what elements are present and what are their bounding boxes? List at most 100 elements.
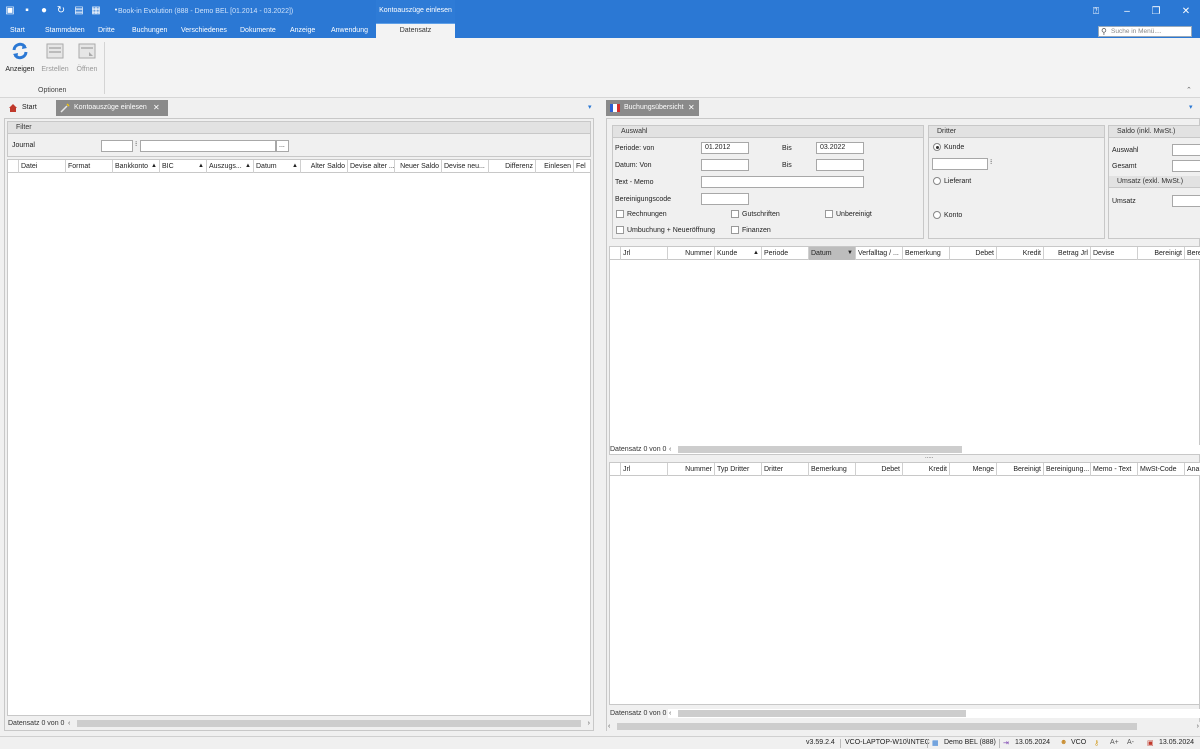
scroll-left-icon[interactable]: ‹ bbox=[68, 719, 70, 728]
logout-icon[interactable]: ⇥ bbox=[1003, 739, 1009, 747]
tab-dropdown-icon[interactable]: ▾ bbox=[588, 103, 592, 111]
tab-dropdown-icon[interactable]: ▾ bbox=[1189, 103, 1193, 111]
col-jrl[interactable]: Jrl bbox=[621, 463, 668, 476]
col-nummer[interactable]: Nummer bbox=[668, 247, 715, 260]
menu-dritte[interactable]: Dritte bbox=[98, 27, 115, 34]
splitter-handle[interactable]: ..... bbox=[925, 454, 933, 460]
left-hscrollbar[interactable]: ‹ › bbox=[67, 719, 591, 728]
journal-picker-icon[interactable]: ⁝ bbox=[135, 140, 137, 148]
menu-datensatz[interactable]: Datensatz bbox=[376, 24, 455, 38]
buchungen-hscrollbar[interactable]: ‹ bbox=[668, 445, 1200, 454]
col-kunde[interactable]: Kunde ▲ bbox=[715, 247, 762, 260]
col-jrl[interactable]: Jrl bbox=[621, 247, 668, 260]
col-menge[interactable]: Menge bbox=[950, 463, 997, 476]
left-scroll-thumb[interactable] bbox=[77, 720, 581, 727]
konto-radio[interactable] bbox=[933, 211, 941, 219]
col-neuer-saldo[interactable]: Neuer Saldo bbox=[395, 160, 442, 173]
calendar-icon[interactable]: ▣ bbox=[1147, 739, 1154, 747]
tab-start[interactable]: Start bbox=[4, 100, 56, 116]
tab-kontoauszuege[interactable]: Kontoauszüge einlesen ✕ bbox=[56, 100, 168, 116]
menu-buchungen[interactable]: Buchungen bbox=[132, 27, 167, 34]
text-memo-input[interactable] bbox=[701, 176, 864, 188]
close-tab-icon[interactable]: ✕ bbox=[688, 100, 695, 116]
circle-icon[interactable]: ● bbox=[38, 5, 50, 17]
anzeigen-button[interactable]: Anzeigen bbox=[4, 40, 36, 78]
col-bereinigung[interactable]: Bereinigung... bbox=[1044, 463, 1091, 476]
journal-name-input[interactable] bbox=[140, 140, 276, 152]
col-verfalltag[interactable]: Verfalltag / ... bbox=[856, 247, 903, 260]
font-decrease-button[interactable]: A- bbox=[1127, 739, 1134, 746]
oeffnen-button[interactable]: Öffnen bbox=[71, 40, 103, 78]
col-betrag-jrl[interactable]: Betrag Jrl bbox=[1044, 247, 1091, 260]
col-datum[interactable]: Datum ▼ bbox=[809, 247, 856, 260]
col-bemerkung[interactable]: Bemerkung bbox=[903, 247, 950, 260]
refresh-icon[interactable]: ↻ bbox=[55, 5, 67, 17]
menu-anwendung[interactable]: Anwendung bbox=[331, 27, 368, 34]
col-devise-alter[interactable]: Devise alter ... bbox=[348, 160, 395, 173]
datum-bis-input[interactable] bbox=[816, 159, 864, 171]
menu-dokumente[interactable]: Dokumente bbox=[240, 27, 276, 34]
col-devise[interactable]: Devise bbox=[1091, 247, 1138, 260]
tab-buchungsuebersicht[interactable]: Buchungsübersicht ✕ bbox=[606, 100, 699, 116]
save-icon[interactable]: ▪ bbox=[21, 5, 33, 17]
delete-icon[interactable]: ▤ bbox=[73, 5, 85, 17]
font-increase-button[interactable]: A+ bbox=[1110, 739, 1119, 746]
erstellen-button[interactable]: Erstellen bbox=[39, 40, 71, 78]
datum-von-input[interactable] bbox=[701, 159, 749, 171]
menu-verschiedenes[interactable]: Verschiedenes bbox=[181, 27, 227, 34]
col-nummer[interactable]: Nummer bbox=[668, 463, 715, 476]
dritter-picker-icon[interactable]: ⁝ bbox=[990, 158, 992, 166]
panel-hscrollbar[interactable]: ‹ › bbox=[607, 722, 1200, 731]
kunde-radio[interactable] bbox=[933, 143, 941, 151]
gutschriften-checkbox[interactable] bbox=[731, 210, 739, 218]
details-hscrollbar[interactable]: ‹ bbox=[668, 709, 1200, 718]
close-icon[interactable]: ✕ bbox=[1180, 6, 1192, 18]
scroll-right-icon[interactable]: › bbox=[1197, 722, 1199, 731]
menu-anzeige[interactable]: Anzeige bbox=[290, 27, 315, 34]
scroll-left-icon[interactable]: ‹ bbox=[608, 722, 610, 731]
details-scroll-thumb[interactable] bbox=[678, 710, 966, 717]
col-kredit[interactable]: Kredit bbox=[997, 247, 1044, 260]
col-auszugs[interactable]: Auszugs... ▲ bbox=[207, 160, 254, 173]
col-debet[interactable]: Debet bbox=[856, 463, 903, 476]
scroll-left-icon[interactable]: ‹ bbox=[669, 709, 671, 718]
buchungen-scroll-thumb[interactable] bbox=[678, 446, 962, 453]
journal-code-input[interactable] bbox=[101, 140, 133, 152]
close-tab-icon[interactable]: ✕ bbox=[153, 100, 160, 116]
col-differenz[interactable]: Differenz bbox=[489, 160, 536, 173]
col-kredit[interactable]: Kredit bbox=[903, 463, 950, 476]
panel-scroll-thumb[interactable] bbox=[617, 723, 1137, 730]
col-bereinigt[interactable]: Bereinigt bbox=[997, 463, 1044, 476]
col-memo-text[interactable]: Memo - Text bbox=[1091, 463, 1138, 476]
col-bemerkung[interactable]: Bemerkung bbox=[809, 463, 856, 476]
col-devise-neu[interactable]: Devise neu... bbox=[442, 160, 489, 173]
menu-start[interactable]: Start bbox=[10, 27, 25, 34]
restore-icon[interactable]: ❐ bbox=[1150, 6, 1162, 18]
periode-bis-input[interactable]: 03.2022 bbox=[816, 142, 864, 154]
dritter-input[interactable] bbox=[932, 158, 988, 170]
scroll-right-icon[interactable]: › bbox=[588, 719, 590, 728]
journal-browse-button[interactable]: ... bbox=[276, 140, 289, 152]
umbuchung-checkbox[interactable] bbox=[616, 226, 624, 234]
col-mwst-code[interactable]: MwSt-Code bbox=[1138, 463, 1185, 476]
col-typ-dritter[interactable]: Typ Dritter bbox=[715, 463, 762, 476]
lieferant-radio[interactable] bbox=[933, 177, 941, 185]
bereinigung-input[interactable] bbox=[701, 193, 749, 205]
periode-von-input[interactable]: 01.2012 bbox=[701, 142, 749, 154]
col-format[interactable]: Format bbox=[66, 160, 113, 173]
col-einlesen[interactable]: Einlesen bbox=[536, 160, 574, 173]
finanzen-checkbox[interactable] bbox=[731, 226, 739, 234]
rechnungen-checkbox[interactable] bbox=[616, 210, 624, 218]
menu-search-input[interactable]: ⚲ Suche in Menü.... bbox=[1098, 26, 1192, 37]
key-icon[interactable]: ⚷ bbox=[1094, 739, 1099, 747]
col-datum[interactable]: Datum ▲ bbox=[254, 160, 301, 173]
col-datei[interactable]: Datei bbox=[19, 160, 66, 173]
col-alter-saldo[interactable]: Alter Saldo bbox=[301, 160, 348, 173]
col-berei[interactable]: Berei bbox=[1185, 247, 1200, 260]
col-bankkonto[interactable]: Bankkonto ▲ bbox=[113, 160, 160, 173]
col-bic[interactable]: BIC ▲ bbox=[160, 160, 207, 173]
col-dritter[interactable]: Dritter bbox=[762, 463, 809, 476]
print-icon[interactable]: ▦ bbox=[90, 5, 102, 17]
chevron-up-icon[interactable]: ⌃ bbox=[1186, 86, 1192, 94]
scroll-left-icon[interactable]: ‹ bbox=[669, 445, 671, 454]
